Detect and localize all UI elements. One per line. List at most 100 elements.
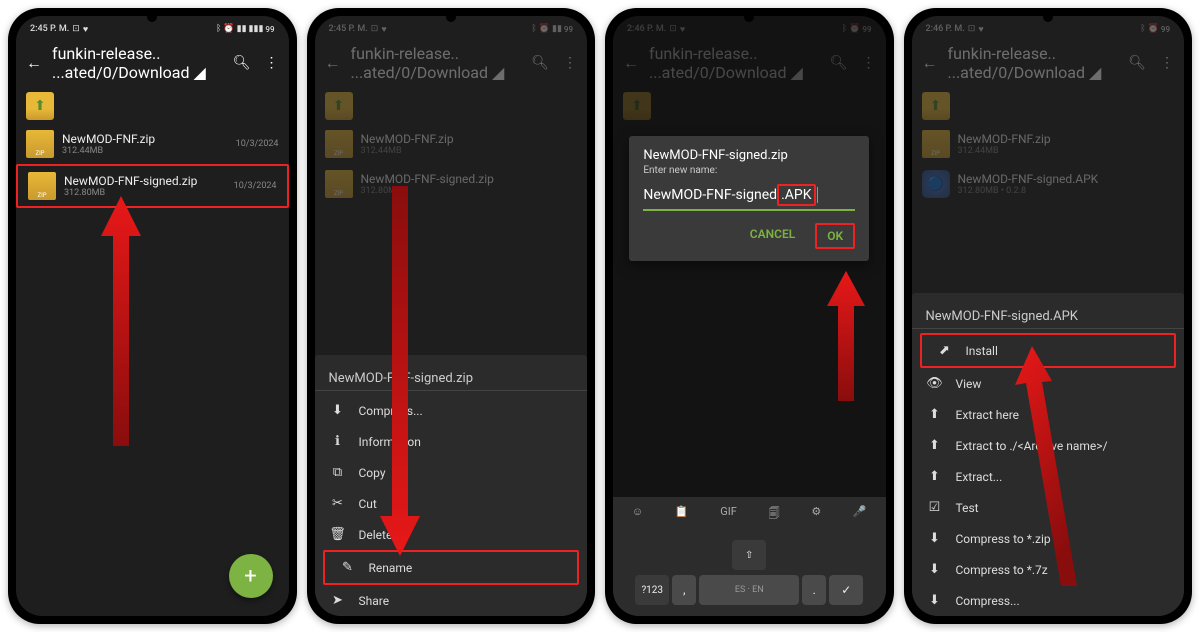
search-icon[interactable]: 🔍︎	[233, 55, 251, 71]
bluetooth-icon: ᛒ	[216, 24, 221, 34]
keyboard[interactable]: ☺ 📋 GIF 🗐 ⚙ 🎤 ⇧ ?123 , ES · EN . ✓	[613, 497, 886, 616]
fab-add[interactable]: +	[229, 554, 273, 598]
sheet-extract[interactable]: ⬆Extract...	[912, 461, 1185, 492]
back-icon[interactable]: ←	[26, 53, 42, 73]
app-header: ← funkin-release.. ...ated/0/Download ◢ …	[315, 38, 588, 88]
heart-icon: ♥	[381, 24, 386, 35]
sheet-compress[interactable]: ⬇Compress...	[315, 395, 588, 426]
kb-gif[interactable]: GIF	[720, 505, 737, 524]
app-header: ← funkin-release.. ...ated/0/Download ◢ …	[912, 38, 1185, 88]
kb-toolbar: ☺ 📋 GIF 🗐 ⚙ 🎤	[616, 501, 883, 530]
dialog-filename: NewMOD-FNF-signed.zip	[643, 148, 855, 163]
sheet-cut[interactable]: ✂Cut	[315, 488, 588, 519]
file-row-1[interactable]: ZIP NewMOD-FNF.zip 312.44MB	[912, 124, 1185, 164]
download-icon: ⬇	[926, 531, 944, 546]
file-row-2[interactable]: ZIP NewMOD-FNF-signed.zip 312.80MB	[315, 164, 588, 204]
info-icon: ℹ	[329, 434, 347, 449]
context-sheet-apk: NewMOD-FNF-signed.APK ⬈Install 👁View ⬆Ex…	[912, 293, 1185, 616]
header-title: funkin-release..	[948, 44, 1119, 63]
sheet-share[interactable]: ➤Share	[315, 585, 588, 616]
dialog-ok-button-highlighted[interactable]: OK	[815, 223, 855, 249]
share-icon: ➤	[329, 593, 347, 608]
sheet-delete[interactable]: 🗑Delete	[315, 519, 588, 550]
zip-icon: ZIP	[325, 170, 353, 198]
zip-icon: ZIP	[325, 130, 353, 158]
install-icon: ⬈	[936, 343, 954, 358]
download-icon: ⬇	[926, 593, 944, 608]
key-enter[interactable]: ✓	[829, 575, 863, 605]
menu-icon[interactable]: ⋮	[265, 55, 279, 71]
file-row-1[interactable]: ZIP NewMOD-FNF.zip 312.44MB 10/3/2024	[16, 124, 289, 164]
key-comma[interactable]: ,	[672, 575, 696, 605]
folder-up[interactable]: ⬆	[912, 88, 1185, 124]
zip-icon: ZIP	[922, 130, 950, 158]
context-sheet: NewMOD-FNF-signed.zip ⬇Compress... ℹInfo…	[315, 355, 588, 616]
kb-row-3: ⇧	[616, 540, 883, 570]
status-time: 2:46 P. M.	[926, 24, 965, 34]
file-row-2-highlighted[interactable]: ZIP NewMOD-FNF-signed.zip 312.80MB 10/3/…	[16, 164, 289, 208]
sheet-extract-here[interactable]: ⬆Extract here	[912, 399, 1185, 430]
header-path[interactable]: ...ated/0/Download ◢	[52, 63, 223, 82]
back-icon[interactable]: ←	[325, 53, 341, 73]
alarm-icon: ⏰	[223, 24, 234, 34]
rename-dialog: NewMOD-FNF-signed.zip Enter new name: Ne…	[629, 136, 869, 261]
header-title-block: funkin-release.. ...ated/0/Download ◢	[52, 44, 223, 82]
file-row-1[interactable]: ZIP NewMOD-FNF.zip 312.44MB	[315, 124, 588, 164]
camera-notch	[147, 12, 157, 22]
dialog-input[interactable]: NewMOD-FNF-signed.APK	[643, 184, 855, 211]
phone-3: 2:46 P. M. ⊡ ♥ ᛒ ⏰ 99 ← funkin-release..…	[605, 8, 894, 624]
download-icon: ⬇	[329, 403, 347, 418]
sheet-compress[interactable]: ⬇Compress...	[912, 585, 1185, 616]
search-icon[interactable]: 🔍︎	[531, 55, 549, 71]
folder-up[interactable]: ⬆	[16, 88, 289, 124]
sheet-view[interactable]: 👁View	[912, 368, 1185, 399]
app-header: ← funkin-release.. ...ated/0/Download ◢ …	[16, 38, 289, 88]
file-row-apk[interactable]: 🔵 NewMOD-FNF-signed.APK 312.80MB • 0.2.8	[912, 164, 1185, 204]
header-path[interactable]: ...ated/0/Download ◢	[948, 63, 1119, 82]
search-icon[interactable]: 🔍︎	[1128, 55, 1146, 71]
battery-level: 99	[1161, 25, 1170, 34]
kb-clipboard-icon[interactable]: 📋	[675, 505, 689, 524]
zip-icon: ZIP	[28, 172, 56, 200]
battery-level: 99	[564, 25, 573, 34]
ext-highlighted: .APK	[777, 184, 815, 206]
header-path[interactable]: ...ated/0/Download ◢	[351, 63, 522, 82]
camera-notch	[446, 12, 456, 22]
kb-settings-icon[interactable]: ⚙	[811, 505, 821, 524]
heart-icon: ♥	[83, 24, 88, 35]
menu-icon[interactable]: ⋮	[1160, 55, 1174, 71]
sheet-install-highlighted[interactable]: ⬈Install	[920, 333, 1177, 368]
sheet-extract-archive[interactable]: ⬆Extract to ./<Archive name>/	[912, 430, 1185, 461]
key-numeric[interactable]: ?123	[635, 575, 669, 605]
sheet-compress-zip[interactable]: ⬇Compress to *.zip	[912, 523, 1185, 554]
kb-translate-icon[interactable]: 🗐	[769, 505, 780, 524]
kb-emoji-icon[interactable]: ☺	[632, 505, 643, 524]
header-title: funkin-release..	[52, 44, 223, 63]
sheet-compress-7z[interactable]: ⬇Compress to *.7z	[912, 554, 1185, 585]
file-name: NewMOD-FNF.zip	[62, 132, 228, 146]
alarm-icon: ⏰	[539, 24, 550, 34]
sheet-information[interactable]: ℹInformation	[315, 426, 588, 457]
camera-notch	[744, 12, 754, 22]
text-cursor	[817, 187, 818, 203]
dialog-label: Enter new name:	[643, 165, 855, 176]
apk-icon: 🔵	[922, 170, 950, 198]
menu-icon[interactable]: ⋮	[563, 55, 577, 71]
eye-icon: 👁	[926, 376, 944, 391]
kb-mic-icon[interactable]: 🎤	[853, 505, 867, 524]
signal-icon: ▮▮	[237, 24, 247, 34]
back-icon[interactable]: ←	[922, 53, 938, 73]
bluetooth-icon: ᛒ	[1140, 24, 1145, 34]
key-space[interactable]: ES · EN	[699, 575, 799, 605]
sheet-title: NewMOD-FNF-signed.APK	[912, 301, 1185, 329]
file-date: 10/3/2024	[234, 181, 277, 191]
key-dot[interactable]: .	[802, 575, 826, 605]
key-shift[interactable]: ⇧	[732, 540, 766, 570]
sheet-test[interactable]: ☑Test	[912, 492, 1185, 523]
signal-icon: ▮▮▮	[249, 24, 264, 34]
folder-up[interactable]: ⬆	[315, 88, 588, 124]
dialog-cancel-button[interactable]: CANCEL	[744, 223, 801, 249]
sheet-copy[interactable]: ⧉Copy	[315, 457, 588, 488]
upload-icon: ⬆	[926, 438, 944, 453]
sheet-rename-highlighted[interactable]: ✎Rename	[323, 550, 580, 585]
